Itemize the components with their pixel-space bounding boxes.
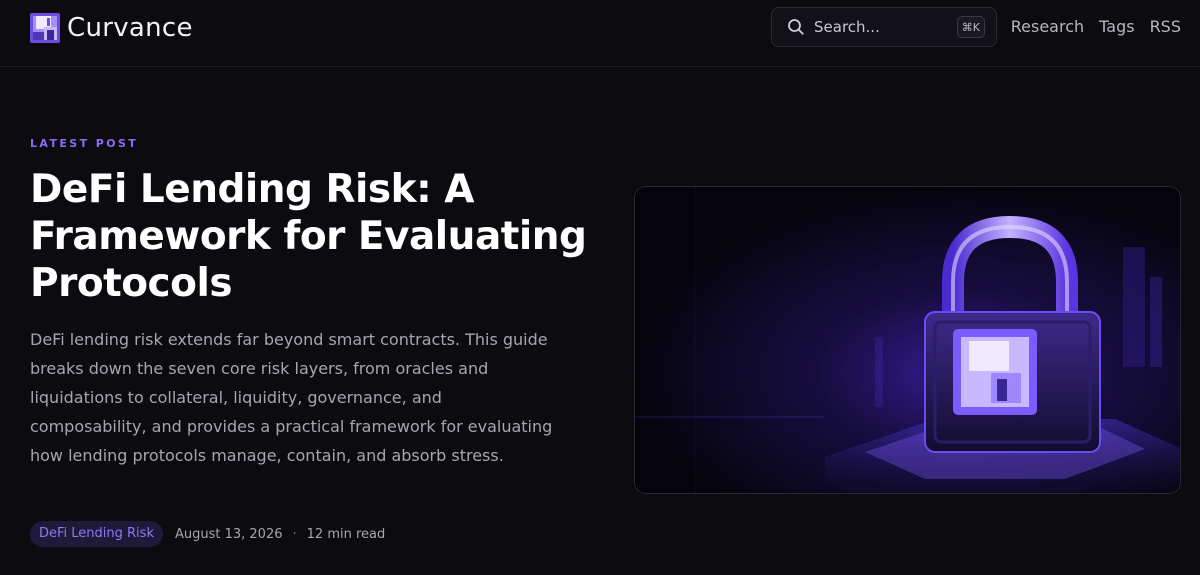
search-input[interactable] (814, 18, 944, 36)
latest-post-label: LATEST POST (30, 137, 139, 150)
post-date: August 13, 2026 (174, 526, 283, 542)
nav-link-rss[interactable]: RSS (1150, 17, 1181, 36)
padlock-icon (635, 187, 1180, 493)
post-hero-image[interactable] (634, 186, 1181, 494)
curvance-logo-icon (30, 13, 60, 43)
post-tag[interactable]: DeFi Lending Risk (30, 521, 163, 547)
brand-link[interactable]: Curvance (30, 13, 193, 43)
search-shortcut-badge: ⌘K (956, 16, 985, 38)
brand-name: Curvance (67, 13, 193, 43)
nav-link-tags[interactable]: Tags (1099, 17, 1134, 36)
search-box[interactable]: ⌘K (771, 7, 997, 47)
post-title[interactable]: DeFi Lending Risk: A Framework for Evalu… (30, 166, 590, 307)
post-meta: DeFi Lending Risk August 13, 2026 · 12 m… (30, 521, 385, 547)
post-excerpt: DeFi lending risk extends far beyond sma… (30, 330, 553, 465)
read-time: 12 min read (306, 526, 386, 542)
nav-link-research[interactable]: Research (1011, 17, 1084, 36)
meta-separator: · (292, 526, 297, 542)
top-nav: Research Tags RSS (1011, 17, 1181, 36)
search-icon (788, 19, 804, 35)
site-header: Curvance ⌘K Research Tags RSS (0, 0, 1200, 67)
